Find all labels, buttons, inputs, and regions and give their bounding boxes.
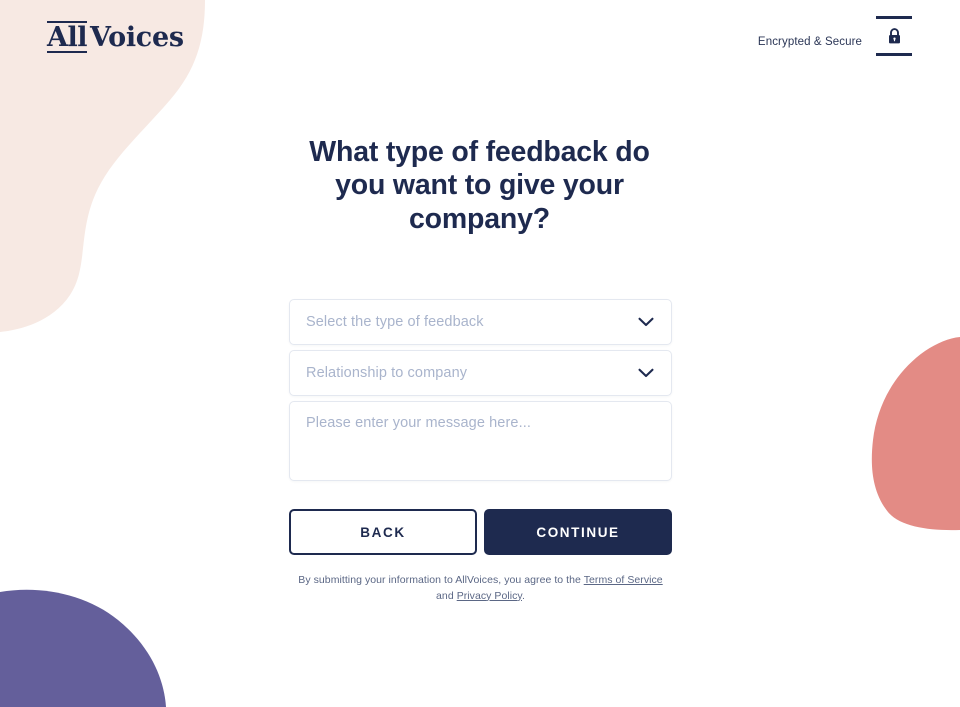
logo-text-voices: Voices xyxy=(89,22,184,53)
page-title: What type of feedback do you want to giv… xyxy=(309,136,650,235)
allvoices-logo[interactable]: All Voices xyxy=(47,21,184,53)
chevron-down-icon[interactable] xyxy=(638,317,654,327)
page-header: All Voices Encrypted & Secure xyxy=(0,0,960,76)
legal-text-middle: and xyxy=(436,589,457,602)
badge-top-bar xyxy=(876,16,912,19)
legal-disclaimer: By submitting your information to AllVoi… xyxy=(289,573,672,605)
feedback-form: What type of feedback do you want to giv… xyxy=(289,136,672,605)
relationship-select[interactable]: Relationship to company xyxy=(289,350,672,397)
blob-purple-bottom-left xyxy=(0,589,166,707)
back-button[interactable]: BACK xyxy=(289,509,477,556)
feedback-type-placeholder: Select the type of feedback xyxy=(306,314,484,331)
message-placeholder: Please enter your message here... xyxy=(306,415,531,432)
lock-icon xyxy=(887,27,902,45)
chevron-down-icon[interactable] xyxy=(638,368,654,378)
message-textarea[interactable]: Please enter your message here... xyxy=(289,401,672,482)
encrypted-secure-indicator: Encrypted & Secure xyxy=(757,16,912,58)
logo-text-all: All xyxy=(47,21,87,53)
badge-bottom-bar xyxy=(876,53,912,56)
encrypted-secure-label: Encrypted & Secure xyxy=(757,36,862,48)
legal-text-before: By submitting your information to AllVoi… xyxy=(298,574,584,587)
blob-salmon-right xyxy=(871,337,960,531)
relationship-placeholder: Relationship to company xyxy=(306,365,468,382)
feedback-type-select[interactable]: Select the type of feedback xyxy=(289,299,672,346)
terms-of-service-link[interactable]: Terms of Service xyxy=(584,574,663,586)
form-actions: BACK CONTINUE xyxy=(289,509,672,556)
legal-text-after: . xyxy=(521,589,525,602)
privacy-policy-link[interactable]: Privacy Policy xyxy=(457,590,522,602)
continue-button[interactable]: CONTINUE xyxy=(484,509,672,556)
secure-badge xyxy=(876,14,912,58)
